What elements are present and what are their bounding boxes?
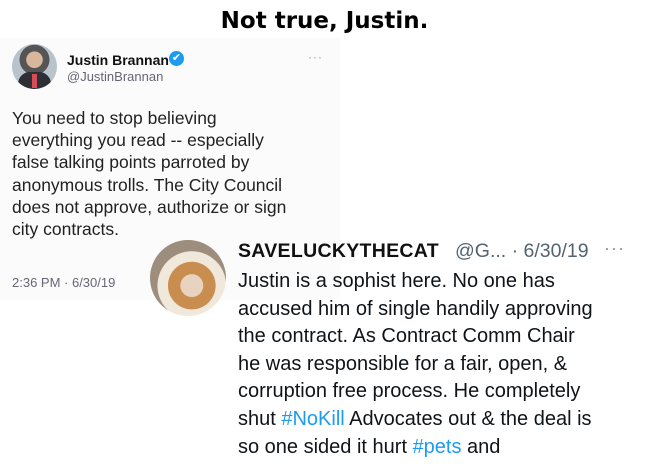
tweet-line: everything you read -- especially: [12, 130, 264, 151]
tweet-line: false talking points parroted by: [12, 152, 250, 173]
more-options-icon[interactable]: ···: [308, 50, 323, 64]
hashtag-pets[interactable]: #pets: [413, 436, 462, 458]
reply-line: he was responsible for a fair, open, &: [238, 352, 568, 375]
avatar[interactable]: [12, 44, 57, 89]
reply-line-start: so one sided it hurt: [238, 435, 413, 458]
avatar-tie: [32, 74, 37, 88]
reply-line-end: Advocates out & the deal is: [344, 407, 592, 430]
reply-line: accused him of single handily approving: [238, 297, 593, 320]
reply-handle-date[interactable]: @G... · 6/30/19: [455, 240, 589, 263]
headline: Not true, Justin.: [220, 8, 429, 34]
reply-line: corruption free process. He completely: [238, 380, 581, 403]
reply-text: Justin is a sophist here. No one has acc…: [238, 268, 638, 461]
tweet-text: You need to stop believing everything yo…: [12, 107, 332, 240]
tweet-line: does not approve, authorize or sign: [12, 196, 287, 217]
reply-line: the contract. As Contract Comm Chair: [238, 325, 575, 348]
author-name[interactable]: Justin Brannan: [67, 52, 169, 68]
reply-line-end: and: [461, 435, 501, 458]
tweet-line: You need to stop believing: [12, 108, 217, 128]
reply-author-name[interactable]: SAVELUCKYTHECAT: [238, 240, 439, 263]
tweet-line: anonymous trolls. The City Council: [12, 174, 283, 195]
more-options-icon[interactable]: ···: [604, 238, 625, 259]
reply-line: Justin is a sophist here. No one has: [238, 270, 555, 292]
verified-badge-icon: ✔: [169, 51, 184, 66]
hashtag-nokill[interactable]: #NoKill: [281, 408, 344, 430]
cat-avatar[interactable]: [150, 240, 226, 316]
author-handle[interactable]: @JustinBrannan: [67, 69, 163, 84]
tweet-line: city contracts.: [12, 219, 119, 240]
reply-line-start: shut: [238, 407, 282, 430]
tweet-timestamp[interactable]: 2:36 PM · 6/30/19: [12, 275, 115, 290]
